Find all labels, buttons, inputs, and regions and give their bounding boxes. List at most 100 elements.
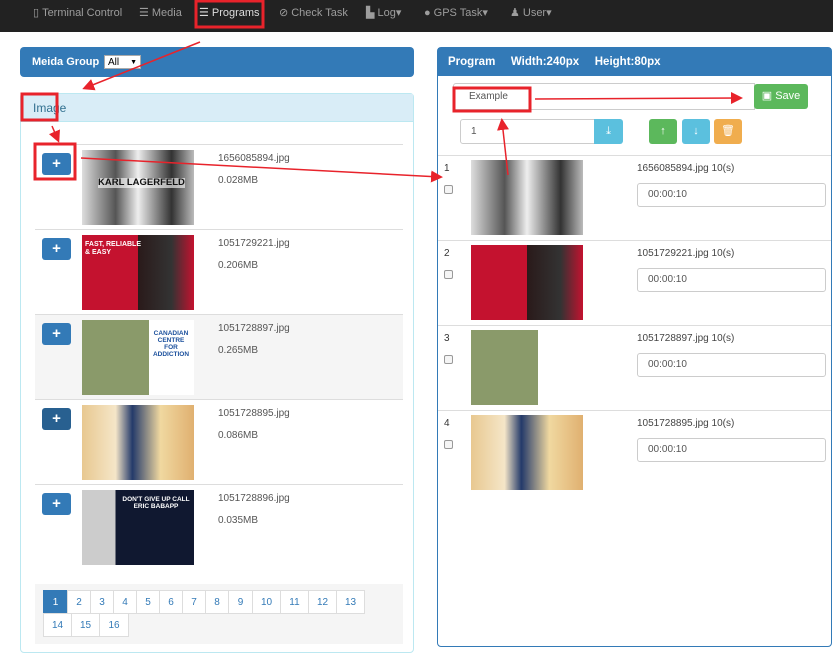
item-number: 3 <box>444 333 450 344</box>
globe-icon: ● <box>424 7 431 19</box>
program-item: 2 1051729221.jpg 10(s) 00:00:10 <box>438 240 831 325</box>
item-label: 1051728897.jpg 10(s) <box>637 333 735 344</box>
nav-log[interactable]: ▙ Log▾ <box>366 0 401 28</box>
file-name: 1051729221.jpg <box>218 238 290 249</box>
media-row: + 1051728895.jpg 0.086MB <box>35 399 403 484</box>
page-6[interactable]: 6 <box>159 590 183 614</box>
item-thumbnail <box>471 160 583 235</box>
add-button[interactable]: + <box>42 408 71 430</box>
trash-icon: 🗑 <box>721 125 735 137</box>
program-name-input[interactable]: Example <box>453 83 755 110</box>
item-number: 4 <box>444 418 450 429</box>
program-item: 4 1051728895.jpg 10(s) 00:00:10 <box>438 410 831 495</box>
program-width: Width:240px <box>510 56 580 68</box>
thumbnail-caption: FAST, RELIABLE & EASY <box>85 241 142 256</box>
file-icon: ▙ <box>366 7 375 19</box>
item-label: 1051729221.jpg 10(s) <box>637 248 735 259</box>
item-duration-input[interactable]: 00:00:10 <box>637 353 826 377</box>
file-name: 1051728897.jpg <box>218 323 290 334</box>
file-size: 0.028MB <box>218 175 259 186</box>
nav-media[interactable]: ☰ Media <box>139 0 182 28</box>
page-9[interactable]: 9 <box>228 590 253 614</box>
add-button[interactable]: + <box>42 493 71 515</box>
page-2[interactable]: 2 <box>67 590 91 614</box>
image-panel: Image + KARL LAGERFELD 1656085894.jpg 0.… <box>20 93 414 653</box>
page-4[interactable]: 4 <box>113 590 137 614</box>
add-button[interactable]: + <box>42 238 71 260</box>
item-thumbnail <box>471 330 583 405</box>
item-checkbox[interactable] <box>444 440 453 449</box>
item-thumbnail <box>471 245 583 320</box>
item-duration-input[interactable]: 00:00:10 <box>637 438 826 462</box>
page-8[interactable]: 8 <box>205 590 229 614</box>
nav-check-task[interactable]: ⊘ Check Task <box>279 0 348 28</box>
add-button[interactable]: + <box>42 153 71 175</box>
check-circle-icon: ⊘ <box>279 7 289 19</box>
page-16[interactable]: 16 <box>99 613 129 637</box>
page-5[interactable]: 5 <box>136 590 160 614</box>
image-panel-title: Image <box>21 94 413 122</box>
file-size: 0.265MB <box>218 345 259 356</box>
program-header: Program Width:240px Height:80px <box>438 48 831 76</box>
list-icon: ☰ <box>199 7 209 19</box>
media-thumbnail: CANADIAN CENTRE FOR ADDICTION <box>82 320 194 395</box>
program-item: 3 1051728897.jpg 10(s) 00:00:10 <box>438 325 831 410</box>
page-10[interactable]: 10 <box>252 590 281 614</box>
page-14[interactable]: 14 <box>43 613 72 637</box>
top-navbar: ▯ Terminal Control ☰ Media ☰ Programs ⊘ Chec… <box>0 0 833 32</box>
nav-programs[interactable]: ☰ Programs <box>199 0 260 28</box>
thumbnail-caption: KARL LAGERFELD <box>98 177 185 189</box>
nav-terminal-control[interactable]: ▯ Terminal Control <box>33 0 122 28</box>
list-icon: ☰ <box>139 7 149 19</box>
media-thumbnail: DON'T GIVE UP CALL ERIC BABAPP <box>82 490 194 565</box>
file-name: 1051728895.jpg <box>218 408 290 419</box>
media-row: + FAST, RELIABLE & EASY 1051729221.jpg 0… <box>35 229 403 314</box>
media-group-label: Meida Group <box>32 56 100 68</box>
item-number: 1 <box>444 163 450 174</box>
user-icon: ♟ <box>510 7 520 19</box>
item-checkbox[interactable] <box>444 185 453 194</box>
media-row: + CANADIAN CENTRE FOR ADDICTION 10517288… <box>35 314 403 399</box>
item-label: 1051728895.jpg 10(s) <box>637 418 735 429</box>
file-name: 1656085894.jpg <box>218 153 290 164</box>
thumbnail-caption: DON'T GIVE UP CALL ERIC BABAPP <box>122 496 190 511</box>
page-7[interactable]: 7 <box>182 590 206 614</box>
media-group-bar: Meida Group All ▼ <box>20 47 414 77</box>
media-thumbnail <box>82 405 194 480</box>
program-title: Program <box>448 56 496 68</box>
media-thumbnail: KARL LAGERFELD <box>82 150 194 225</box>
thumbnail-caption: CANADIAN CENTRE FOR ADDICTION <box>152 330 190 359</box>
item-label: 1656085894.jpg 10(s) <box>637 163 735 174</box>
page-15[interactable]: 15 <box>71 613 100 637</box>
import-icon: ⤓ <box>606 125 611 137</box>
delete-button[interactable]: 🗑 <box>714 119 742 144</box>
pagination: 1 2 3 4 5 6 7 8 9 10 11 12 13 14 15 16 <box>35 584 403 644</box>
page-13[interactable]: 13 <box>336 590 365 614</box>
jump-button[interactable]: ⤓ <box>594 119 623 144</box>
item-checkbox[interactable] <box>444 355 453 364</box>
program-panel: Program Width:240px Height:80px Example … <box>437 47 832 647</box>
media-thumbnail: FAST, RELIABLE & EASY <box>82 235 194 310</box>
media-row: + DON'T GIVE UP CALL ERIC BABAPP 1051728… <box>35 484 403 569</box>
arrow-up-icon: ↑ <box>660 125 666 137</box>
page-1[interactable]: 1 <box>43 590 68 614</box>
page-11[interactable]: 11 <box>280 590 309 614</box>
media-group-select[interactable]: All ▼ <box>104 55 141 69</box>
move-down-button[interactable]: ↓ <box>682 119 710 144</box>
index-input[interactable]: 1 <box>460 119 595 144</box>
nav-gps-task[interactable]: ● GPS Task▾ <box>424 0 488 28</box>
page-12[interactable]: 12 <box>308 590 337 614</box>
item-duration-input[interactable]: 00:00:10 <box>637 183 826 207</box>
save-button[interactable]: ▣ Save <box>754 84 808 109</box>
add-button[interactable]: + <box>42 323 71 345</box>
item-checkbox[interactable] <box>444 270 453 279</box>
media-row: + KARL LAGERFELD 1656085894.jpg 0.028MB <box>35 144 403 229</box>
page-3[interactable]: 3 <box>90 590 114 614</box>
item-duration-input[interactable]: 00:00:10 <box>637 268 826 292</box>
item-thumbnail <box>471 415 583 490</box>
file-name: 1051728896.jpg <box>218 493 290 504</box>
nav-user[interactable]: ♟ User▾ <box>510 0 552 28</box>
move-up-button[interactable]: ↑ <box>649 119 677 144</box>
arrow-down-icon: ↓ <box>693 125 699 137</box>
program-item: 1 1656085894.jpg 10(s) 00:00:10 <box>438 155 831 240</box>
